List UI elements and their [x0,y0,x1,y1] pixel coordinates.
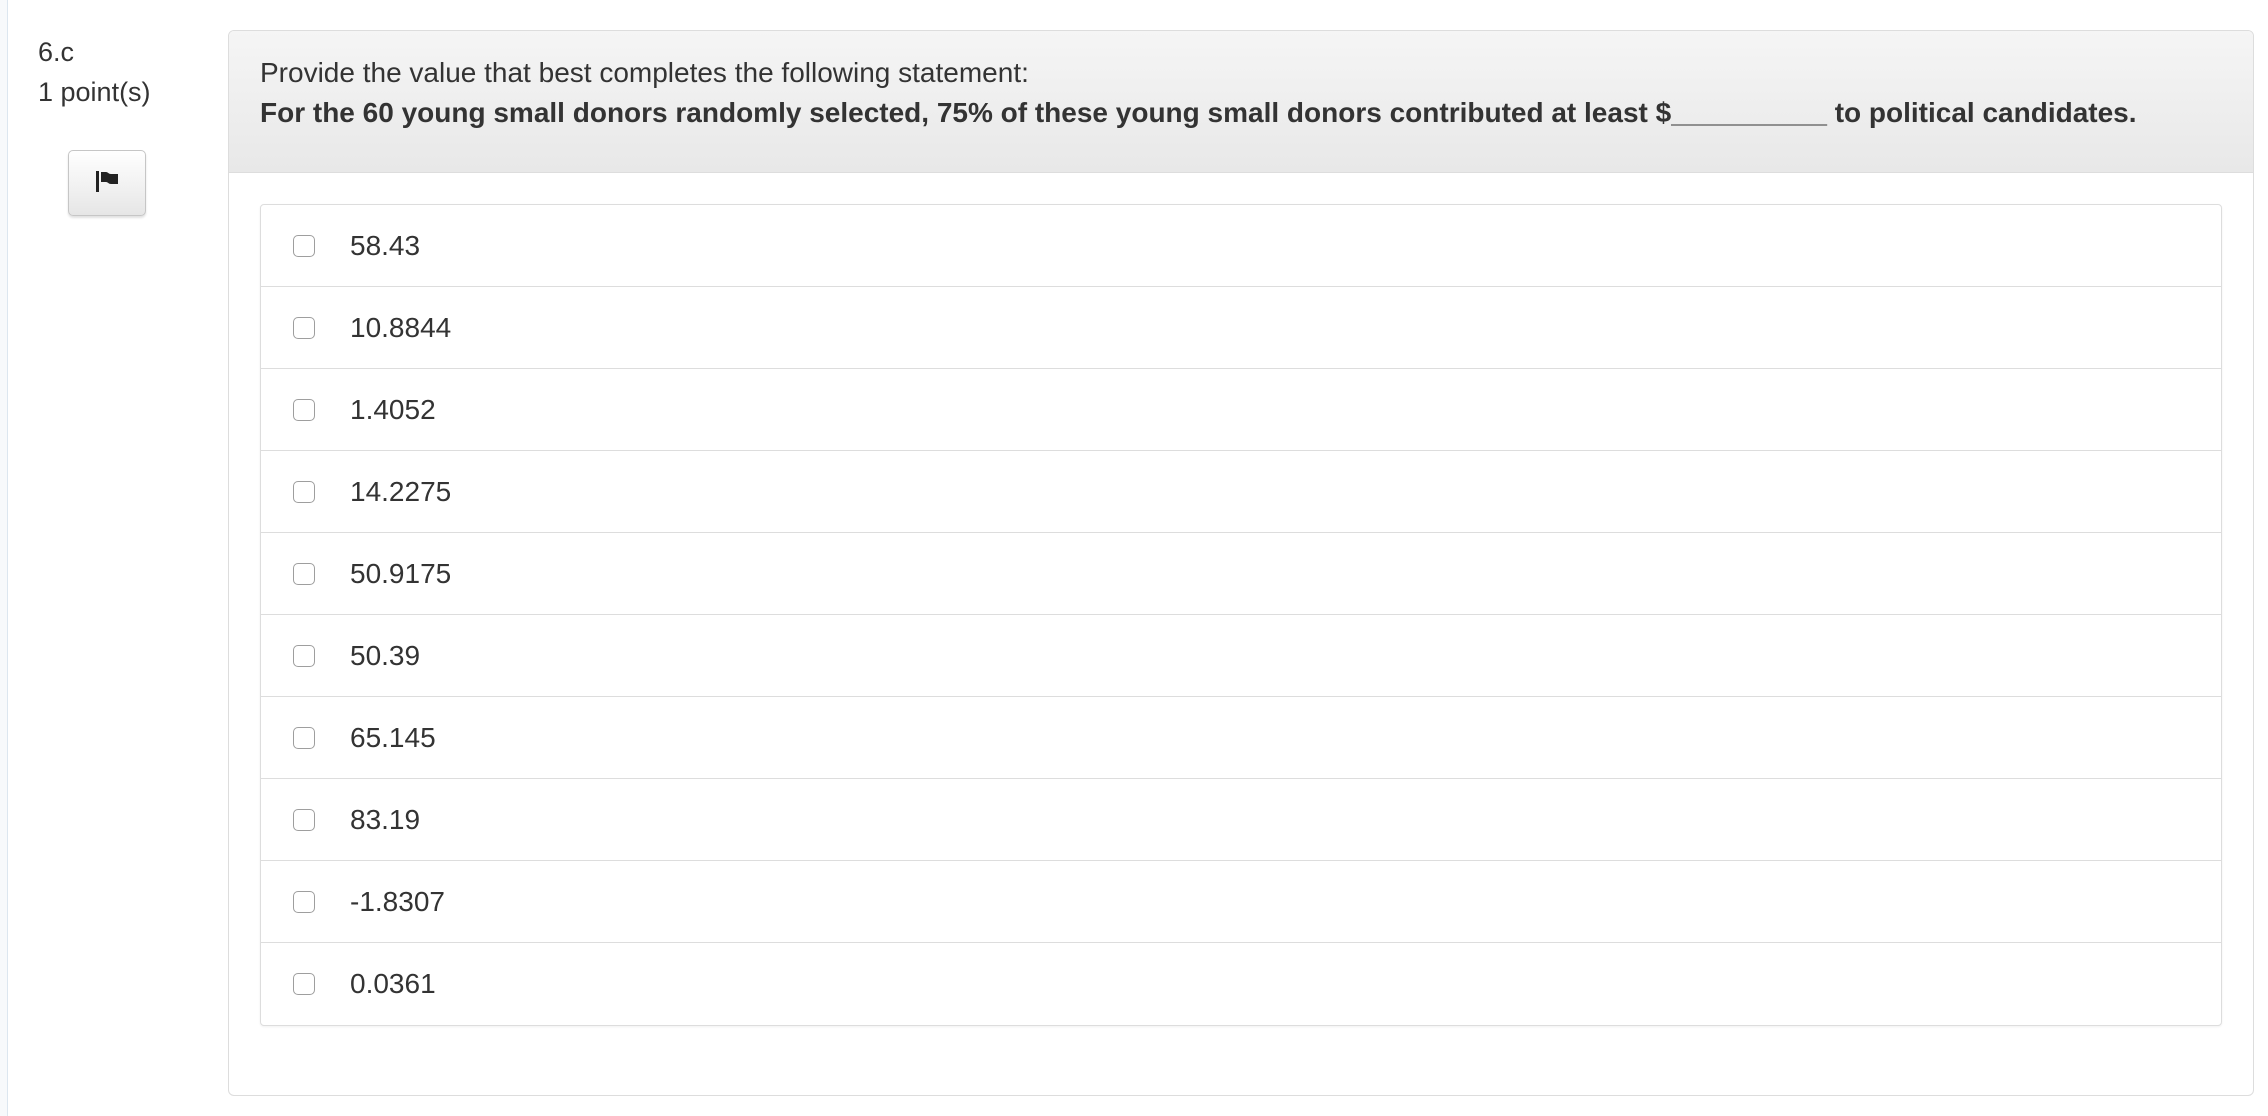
question-number: 6.c [38,37,75,67]
answer-checkbox[interactable] [293,398,315,421]
question-points: 1 point(s) [38,77,151,107]
left-border [0,0,8,1116]
answer-label: 50.9175 [350,557,452,589]
answer-label: -1.8307 [350,885,445,917]
answer-option[interactable]: 50.9175 [261,533,2221,615]
answer-checkbox[interactable] [293,890,315,913]
answer-label: 50.39 [350,639,421,671]
answer-checkbox[interactable] [293,234,315,257]
answer-option[interactable]: 14.2275 [261,451,2221,533]
answer-option[interactable]: 1.4052 [261,369,2221,451]
answer-option[interactable]: 50.39 [261,615,2221,697]
answer-checkbox[interactable] [293,726,315,749]
answer-label: 10.8844 [350,311,452,343]
answer-checkbox[interactable] [293,562,315,585]
answer-option[interactable]: 83.19 [261,779,2221,861]
answer-label: 58.43 [350,229,421,261]
answer-checkbox[interactable] [293,480,315,503]
question-prompt: Provide the value that best completes th… [260,57,1029,88]
answer-label: 14.2275 [350,475,452,507]
question-info: 6.c 1 point(s) [38,32,218,112]
answer-option[interactable]: 58.43 [261,205,2221,287]
question-heading: Provide the value that best completes th… [229,31,2253,173]
answer-label: 65.145 [350,721,436,753]
answer-checkbox[interactable] [293,644,315,667]
answer-label: 1.4052 [350,393,436,425]
answer-label: 83.19 [350,803,421,835]
answer-option[interactable]: 65.145 [261,697,2221,779]
answer-checkbox[interactable] [293,316,315,339]
question-panel: Provide the value that best completes th… [228,30,2254,1096]
answer-options: 58.43 10.8844 1.4052 14.2275 50.9175 50.… [260,204,2222,1026]
answer-option[interactable]: 10.8844 [261,287,2221,369]
question-statement: For the 60 young small donors randomly s… [260,97,2137,128]
answer-checkbox[interactable] [293,808,315,831]
answer-label: 0.0361 [350,968,436,999]
flag-question-button[interactable] [68,150,146,216]
question-page: 6.c 1 point(s) Provide the value that be… [0,0,2268,1116]
flag-icon [94,169,120,198]
answer-option[interactable]: -1.8307 [261,861,2221,943]
answer-option[interactable]: 0.0361 [261,943,2221,1025]
answer-checkbox[interactable] [293,973,315,995]
